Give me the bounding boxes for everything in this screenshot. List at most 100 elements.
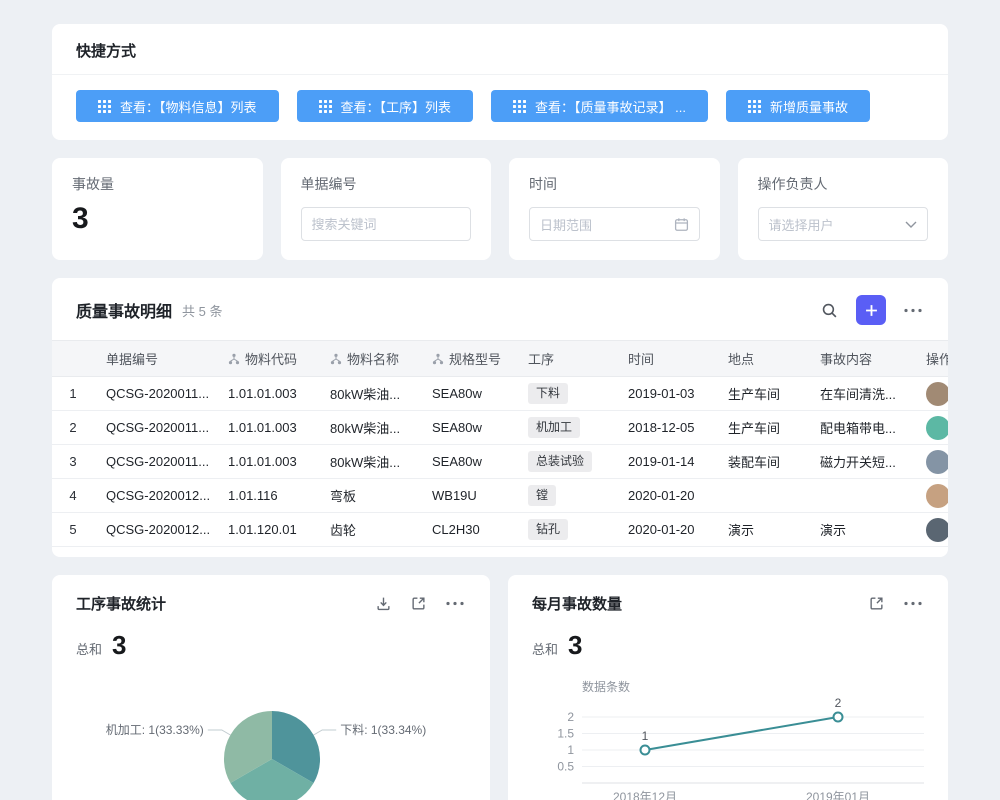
series-name-label: 数据条数: [582, 679, 630, 694]
search-button[interactable]: [819, 300, 840, 321]
cell-spec: WB19U: [420, 479, 516, 513]
expand-button[interactable]: [867, 594, 886, 613]
grid-icon: [319, 100, 332, 113]
column-label: 时间: [628, 349, 654, 368]
cell-content: 磁力开关短...: [808, 445, 914, 479]
date-range-input[interactable]: 日期范围: [529, 207, 700, 241]
expand-icon: [411, 596, 426, 611]
row-index: 4: [52, 479, 94, 513]
column-label: 地点: [728, 349, 754, 368]
stat-value: 3: [72, 202, 243, 236]
table-row[interactable]: 4 QCSG-2020012... 1.01.116 弯板 WB19U 镗 20…: [52, 479, 948, 513]
divider: [52, 74, 948, 75]
table-row[interactable]: 1 QCSG-2020011... 1.01.01.003 80kW柴油... …: [52, 377, 948, 411]
cell-date: 2020-01-20: [616, 513, 716, 547]
table-actions: [819, 295, 924, 325]
cell-name: 齿轮: [318, 513, 420, 547]
column-label: 规格型号: [449, 349, 501, 368]
more-icon: [904, 308, 922, 313]
table-row[interactable]: 3 QCSG-2020011... 1.01.01.003 80kW柴油... …: [52, 445, 948, 479]
cell-place: [716, 479, 808, 513]
accident-count-card: 事故量 3: [52, 158, 263, 260]
column-header-spec[interactable]: 规格型号: [420, 341, 516, 377]
cell-code: 1.01.01.003: [216, 411, 318, 445]
more-icon: [904, 601, 922, 606]
charts-row: 工序事故统计 总和 3 下料: 1(33.34%)总装试验: 1(3: [52, 575, 948, 800]
pie-label: 下料: 1(33.34%): [340, 723, 426, 737]
shortcut-view-quality-records-button[interactable]: 查看：【质量事故记录】 ...: [491, 90, 708, 122]
point-value-label: 1: [642, 729, 649, 743]
column-label: 工序: [528, 349, 554, 368]
shortcut-buttons-row: 查看：【物料信息】列表 查看：【工序】列表 查看：【质量事故记录】 ... 新增…: [76, 90, 924, 122]
cell-spec: CL2H30: [420, 513, 516, 547]
table-header-row: 单据编号 物料代码 物料名称 规格型号 工序 时间 地点 事故内容 操作负责人: [52, 341, 948, 377]
save-image-icon: [376, 596, 391, 611]
expand-button[interactable]: [409, 594, 428, 613]
column-header-code[interactable]: 物料代码: [216, 341, 318, 377]
column-header-time[interactable]: 时间: [616, 341, 716, 377]
index-column-header: [52, 341, 94, 377]
cell-process: 总装试验: [516, 445, 616, 479]
cell-operator: [914, 445, 948, 479]
data-point[interactable]: [834, 713, 843, 722]
cell-date: 2019-01-03: [616, 377, 716, 411]
user-select-placeholder: 请选择用户: [769, 215, 834, 234]
cell-name: 80kW柴油...: [318, 445, 420, 479]
avatar: [926, 518, 948, 542]
process-tag: 下料: [528, 383, 568, 404]
total-value: 3: [112, 630, 126, 661]
chart-actions: [867, 594, 924, 613]
column-header-doc[interactable]: 单据编号: [94, 341, 216, 377]
add-record-button[interactable]: [856, 295, 886, 325]
cell-date: 2018-12-05: [616, 411, 716, 445]
column-header-process[interactable]: 工序: [516, 341, 616, 377]
user-select[interactable]: 请选择用户: [758, 207, 929, 241]
column-header-place[interactable]: 地点: [716, 341, 808, 377]
process-tag: 钻孔: [528, 519, 568, 540]
monthly-accident-chart-card: 每月事故数量 总和 3 数据条数0.511.5212018年12月22019年0…: [508, 575, 948, 800]
process-tag: 镗: [528, 485, 556, 506]
shortcut-view-material-list-button[interactable]: 查看：【物料信息】列表: [76, 90, 279, 122]
y-tick-label: 1: [567, 743, 574, 757]
date-range-placeholder: 日期范围: [540, 215, 592, 234]
more-button[interactable]: [902, 306, 924, 315]
save-image-button[interactable]: [374, 594, 393, 613]
cell-doc: QCSG-2020011...: [94, 411, 216, 445]
column-header-content[interactable]: 事故内容: [808, 341, 914, 377]
chart-actions: [374, 594, 466, 613]
shortcut-label: 查看：【物料信息】列表: [120, 97, 257, 116]
table-row[interactable]: 2 QCSG-2020011... 1.01.01.003 80kW柴油... …: [52, 411, 948, 445]
column-header-operator[interactable]: 操作负责人: [914, 341, 948, 377]
cell-spec: SEA80w: [420, 411, 516, 445]
doc-number-filter-card: 单据编号: [281, 158, 492, 260]
shortcut-view-process-list-button[interactable]: 查看：【工序】列表: [297, 90, 474, 122]
cell-process: 机加工: [516, 411, 616, 445]
data-point[interactable]: [641, 746, 650, 755]
dashboard-page: 快捷方式 查看：【物料信息】列表 查看：【工序】列表 查看：【质量事故记录】 .…: [0, 0, 1000, 800]
column-header-name[interactable]: 物料名称: [318, 341, 420, 377]
cell-name: 弯板: [318, 479, 420, 513]
cell-content: 配电箱带电...: [808, 411, 914, 445]
more-button[interactable]: [902, 599, 924, 608]
time-filter-card: 时间 日期范围: [509, 158, 720, 260]
chart-card-header: 每月事故数量: [532, 593, 924, 614]
grid-icon: [513, 100, 526, 113]
cell-doc: QCSG-2020011...: [94, 445, 216, 479]
more-button[interactable]: [444, 599, 466, 608]
stat-label: 事故量: [72, 174, 243, 194]
shortcuts-title: 快捷方式: [76, 40, 924, 61]
pie-label: 机加工: 1(33.33%): [106, 723, 204, 737]
cell-code: 1.01.01.003: [216, 445, 318, 479]
table-card-header: 质量事故明细 共 5 条: [52, 278, 948, 340]
keyword-search-input[interactable]: [301, 207, 472, 241]
row-index: 1: [52, 377, 94, 411]
pie-leader-line: [208, 730, 231, 735]
cell-date: 2019-01-14: [616, 445, 716, 479]
shortcut-add-quality-accident-button[interactable]: 新增质量事故: [726, 90, 870, 122]
cell-place: 演示: [716, 513, 808, 547]
record-count: 共 5 条: [182, 301, 819, 320]
cell-code: 1.01.116: [216, 479, 318, 513]
process-pie-chart: 下料: 1(33.34%)总装试验: 1(33.33%)机加工: 1(33.33…: [76, 669, 466, 800]
cell-content: [808, 479, 914, 513]
table-row[interactable]: 5 QCSG-2020012... 1.01.120.01 齿轮 CL2H30 …: [52, 513, 948, 547]
